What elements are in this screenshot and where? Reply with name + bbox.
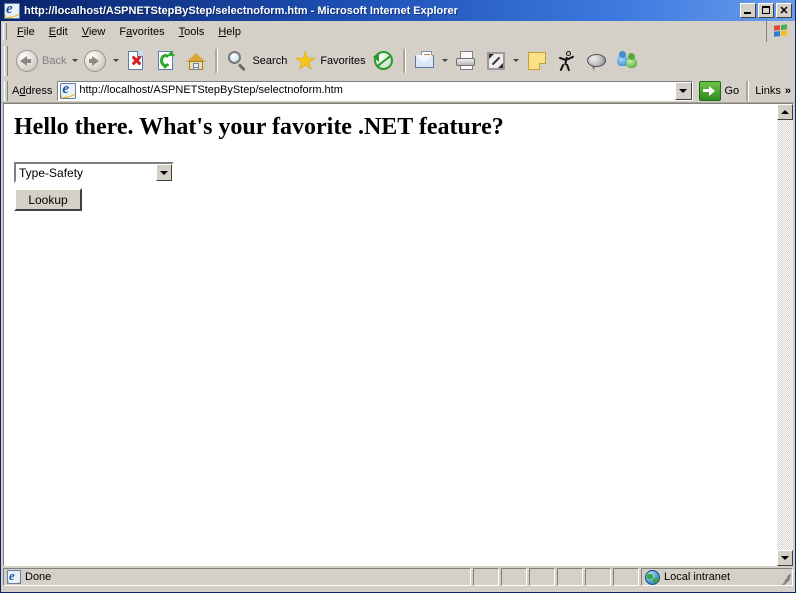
- status-panel-5: [585, 568, 611, 586]
- title-bar: http://localhost/ASPNETStepByStep/select…: [1, 0, 795, 21]
- status-panel-2: [501, 568, 527, 586]
- status-panel-1: [473, 568, 499, 586]
- print-button[interactable]: [451, 45, 481, 77]
- address-bar: Address http://localhost/ASPNETStepBySte…: [1, 79, 795, 103]
- running-person-icon: [555, 49, 579, 73]
- security-zone-text: Local intranet: [664, 571, 731, 583]
- menu-item-view[interactable]: View: [75, 24, 113, 40]
- status-text: Done: [25, 571, 52, 583]
- back-arrow-icon: [15, 49, 39, 73]
- back-button[interactable]: Back: [12, 45, 69, 77]
- chevron-double-right-icon: »: [784, 84, 791, 97]
- menu-item-help[interactable]: Help: [211, 24, 248, 40]
- address-label: Address: [12, 84, 53, 97]
- forward-arrow-icon: [83, 49, 107, 73]
- window-title: http://localhost/ASPNETStepByStep/select…: [24, 4, 458, 17]
- scroll-up-button[interactable]: [777, 104, 793, 120]
- links-button[interactable]: Links »: [751, 85, 795, 97]
- back-dropdown-icon[interactable]: [69, 45, 80, 77]
- lookup-button[interactable]: Lookup: [14, 188, 82, 212]
- browser-window: http://localhost/ASPNETStepByStep/select…: [0, 0, 796, 593]
- status-message-panel: Done: [3, 568, 471, 586]
- favorites-button-label: Favorites: [320, 54, 366, 67]
- address-url-text: http://localhost/ASPNETStepByStep/select…: [79, 84, 343, 96]
- maximize-button[interactable]: [758, 3, 774, 18]
- search-button[interactable]: Search: [222, 45, 290, 77]
- resize-grip[interactable]: [779, 572, 792, 585]
- go-arrow-icon: [698, 80, 721, 101]
- toolbar-grip[interactable]: [4, 45, 8, 76]
- edit-button[interactable]: [481, 45, 511, 77]
- feature-select[interactable]: Type-Safety: [14, 162, 174, 184]
- main-toolbar: Back Search Favorites: [1, 43, 795, 79]
- search-button-label: Search: [252, 54, 288, 67]
- vertical-scrollbar[interactable]: [777, 103, 793, 566]
- address-input[interactable]: http://localhost/ASPNETStepByStep/select…: [57, 80, 693, 101]
- refresh-button[interactable]: [151, 45, 181, 77]
- discuss-button[interactable]: [582, 45, 612, 77]
- refresh-icon: [154, 49, 178, 73]
- menu-item-file[interactable]: File: [10, 24, 42, 40]
- close-icon: ✕: [779, 5, 789, 17]
- go-button-label: Go: [724, 84, 740, 97]
- scroll-down-button[interactable]: [777, 550, 793, 566]
- ie-logo-icon: [60, 82, 77, 99]
- globe-icon: [645, 569, 660, 585]
- chevron-down-icon[interactable]: [156, 164, 172, 182]
- notes-button[interactable]: [522, 45, 552, 77]
- windows-flag-icon: [766, 21, 795, 42]
- stop-button[interactable]: [121, 45, 151, 77]
- star-icon: [293, 49, 317, 73]
- search-icon: [225, 49, 249, 73]
- menu-item-tools[interactable]: Tools: [172, 24, 212, 40]
- menu-grip[interactable]: [3, 23, 7, 40]
- security-zone-panel[interactable]: Local intranet: [641, 568, 793, 586]
- links-button-label: Links: [755, 84, 781, 97]
- content-area: Hello there. What's your favorite .NET f…: [1, 103, 795, 566]
- ie-logo-icon: [7, 570, 21, 584]
- page-title: Hello there. What's your favorite .NET f…: [14, 114, 504, 140]
- stop-icon: [124, 49, 148, 73]
- edit-page-icon: [484, 49, 508, 73]
- mail-dropdown-icon[interactable]: [440, 45, 451, 77]
- status-panel-6: [613, 568, 639, 586]
- msn-button[interactable]: [612, 45, 642, 77]
- window-controls: ✕: [740, 3, 792, 18]
- forward-dropdown-icon[interactable]: [110, 45, 121, 77]
- mail-button[interactable]: [410, 45, 440, 77]
- status-bar: Done Local intranet: [1, 566, 795, 588]
- speech-bubble-icon: [585, 49, 609, 73]
- menu-item-edit[interactable]: Edit: [42, 24, 75, 40]
- history-button[interactable]: [369, 45, 399, 77]
- close-button[interactable]: ✕: [776, 3, 792, 18]
- links-separator: [746, 80, 750, 101]
- menu-item-favorites[interactable]: Favorites: [112, 24, 171, 40]
- go-button[interactable]: Go: [696, 80, 745, 102]
- notes-icon: [525, 49, 549, 73]
- menu-bar: File Edit View Favorites Tools Help: [1, 21, 795, 43]
- status-panel-4: [557, 568, 583, 586]
- toolbar-separator-2: [402, 48, 406, 73]
- edit-dropdown-icon[interactable]: [511, 45, 522, 77]
- address-dropdown-icon[interactable]: [674, 81, 692, 100]
- ie-logo-icon: [4, 2, 20, 19]
- status-panel-3: [529, 568, 555, 586]
- favorites-button[interactable]: Favorites: [290, 45, 368, 77]
- back-button-label: Back: [42, 54, 67, 67]
- home-icon: [184, 49, 208, 73]
- home-button[interactable]: [181, 45, 211, 77]
- web-page: Hello there. What's your favorite .NET f…: [3, 103, 777, 566]
- toolbar-separator: [215, 48, 219, 73]
- history-icon: [372, 49, 396, 73]
- print-icon: [454, 49, 478, 73]
- messenger-button[interactable]: [552, 45, 582, 77]
- minimize-button[interactable]: [740, 3, 756, 18]
- mail-icon: [413, 49, 437, 73]
- feature-select-value: Type-Safety: [19, 165, 84, 180]
- scroll-track[interactable]: [777, 120, 793, 550]
- forward-button[interactable]: [80, 45, 110, 77]
- address-grip[interactable]: [4, 80, 8, 101]
- people-icon: [615, 49, 639, 73]
